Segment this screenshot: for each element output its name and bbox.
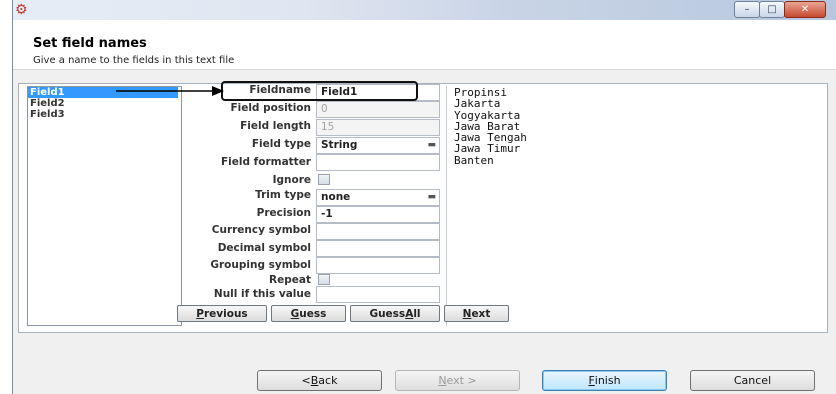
close-button[interactable]: ✕ <box>784 1 826 18</box>
cancel-button[interactable]: Cancel <box>690 370 815 391</box>
field-type-value: String <box>321 139 358 151</box>
maximize-button[interactable]: □ <box>759 1 785 18</box>
previous-button[interactable]: Previous <box>177 305 267 322</box>
trim-type-label: Trim type <box>255 189 311 201</box>
back-label-key: B <box>310 374 319 387</box>
guess-button[interactable]: Guess <box>271 305 346 322</box>
fields-list[interactable]: Field1 Field2 Field3 <box>27 86 182 326</box>
title-bar[interactable]: ⚙ – □ ✕ <box>13 0 836 20</box>
back-label-pre: < <box>301 374 311 387</box>
field-length-label: Field length <box>240 120 311 132</box>
ignore-checkbox[interactable] <box>318 174 330 185</box>
chevron-down-icon: ▬ <box>427 192 436 202</box>
next-field-label-post: ext <box>471 307 491 320</box>
next-field-button[interactable]: Next <box>444 305 509 322</box>
decimal-symbol-input[interactable] <box>316 240 440 257</box>
next-page-label-post: ext > <box>446 374 477 387</box>
next-page-label-key: N <box>438 374 447 387</box>
guess-all-label-post: ll <box>413 307 421 320</box>
next-page-button[interactable]: Next > <box>395 370 520 391</box>
preview-line: Banten <box>454 153 494 167</box>
null-if-label: Null if this value <box>213 288 311 300</box>
currency-symbol-label: Currency symbol <box>211 224 311 236</box>
next-field-label-key: N <box>462 307 472 320</box>
guess-label-key: G <box>290 307 300 320</box>
field-position-label: Field position <box>230 102 311 114</box>
finish-button[interactable]: Finish <box>542 370 667 391</box>
minimize-button[interactable]: – <box>734 1 760 18</box>
pointer-arrow-icon <box>116 86 224 96</box>
back-button[interactable]: < Back <box>257 370 382 391</box>
fieldname-input[interactable]: Field1 <box>316 84 440 101</box>
precision-label: Precision <box>256 207 311 219</box>
page-title: Set field names <box>33 36 147 51</box>
grouping-symbol-label: Grouping symbol <box>210 259 311 271</box>
field-type-select[interactable]: String ▬ <box>316 137 440 154</box>
preview-line: Propinsi <box>454 86 507 99</box>
guess-label-post: uess <box>299 307 327 320</box>
file-preview: Propinsi Jakarta Yogyakarta Jawa Barat J… <box>446 86 805 326</box>
previous-label-post: revious <box>204 307 248 320</box>
field-position-value: 0 <box>321 103 328 115</box>
decimal-symbol-label: Decimal symbol <box>217 242 311 254</box>
back-label-post: ack <box>318 374 338 387</box>
wizard-header: Set field names Give a name to the field… <box>13 20 836 70</box>
window-controls: – □ ✕ <box>734 1 826 18</box>
grouping-symbol-input[interactable] <box>316 257 440 274</box>
precision-input[interactable]: -1 <box>316 206 440 223</box>
field-length-value: 15 <box>321 121 335 133</box>
currency-symbol-input[interactable] <box>316 223 440 240</box>
field-position-input[interactable]: 0 <box>316 101 440 118</box>
ignore-label: Ignore <box>272 174 311 186</box>
field-length-input[interactable]: 15 <box>316 119 440 136</box>
null-if-input[interactable] <box>316 286 440 303</box>
list-item[interactable]: Field3 <box>28 109 181 120</box>
trim-type-select[interactable]: none ▬ <box>316 189 440 206</box>
minimize-icon: – <box>744 4 750 15</box>
precision-value: -1 <box>321 208 333 220</box>
preview-line: Jakarta <box>454 97 501 111</box>
field-formatter-label: Field formatter <box>221 156 311 168</box>
fieldname-label: Fieldname <box>249 84 311 96</box>
repeat-checkbox[interactable] <box>318 274 330 285</box>
kettle-icon: ⚙ <box>15 2 28 18</box>
list-item[interactable]: Field2 <box>28 98 181 109</box>
guess-all-button[interactable]: Guess All <box>350 305 440 322</box>
repeat-label: Repeat <box>269 274 311 286</box>
field-type-label: Field type <box>251 138 311 150</box>
preview-line: Jawa Timur <box>454 142 521 156</box>
finish-label-post: inish <box>594 374 621 387</box>
guess-all-label-key: A <box>405 307 414 320</box>
chevron-down-icon: ▬ <box>427 140 436 150</box>
previous-label-key: P <box>196 307 204 320</box>
close-icon: ✕ <box>800 4 810 15</box>
guess-all-label-pre: Guess <box>369 307 406 320</box>
page-subtitle: Give a name to the fields in this text f… <box>33 55 235 66</box>
maximize-icon: □ <box>767 4 777 15</box>
trim-type-value: none <box>321 191 351 203</box>
fieldname-value: Field1 <box>321 86 358 98</box>
field-formatter-input[interactable] <box>316 154 440 171</box>
